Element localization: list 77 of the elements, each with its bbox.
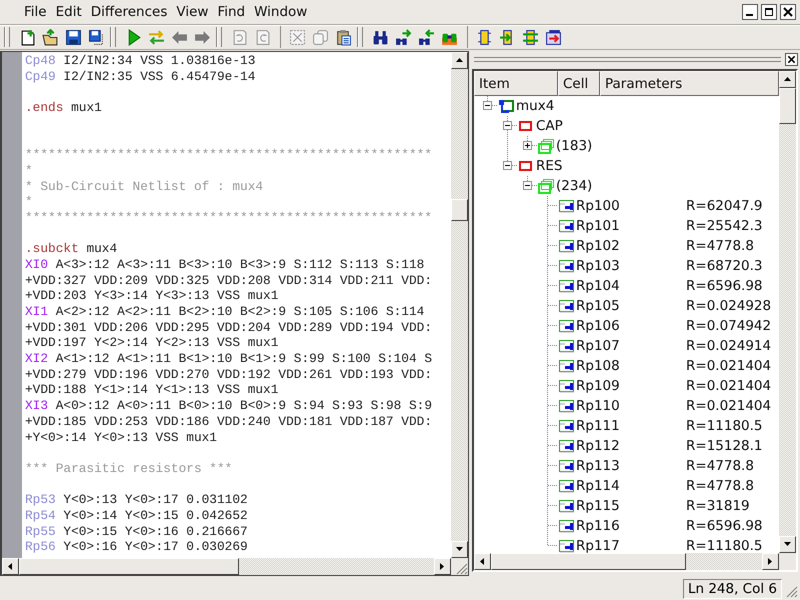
parameter-value: R=0.024928 <box>685 298 772 314</box>
code-line: +VDD:279 VDD:196 VDD:270 VDD:192 VDD:261 VDD:193 VDD: <box>25 366 434 382</box>
tree-item[interactable]: Rp103 <box>576 258 620 274</box>
column-header[interactable]: Cell <box>558 71 600 96</box>
parameter-value: R=0.021404 <box>685 398 772 414</box>
code-line: Rp53 Y<0>:13 Y<0>:17 0.031102 <box>25 492 249 508</box>
cursor-position: Ln 248, Col 6 <box>682 579 782 599</box>
code-line: Rp56 Y<0>:16 Y<0>:17 0.030269 <box>25 539 249 555</box>
tree-item[interactable]: Rp116 <box>576 518 620 534</box>
code-line: +VDD:301 VDD:206 VDD:295 VDD:204 VDD:289 VDD:194 VDD: <box>25 320 434 336</box>
tree-item[interactable]: Rp101 <box>576 218 620 234</box>
tree-item[interactable]: Rp114 <box>576 478 620 494</box>
code-line: * <box>25 194 34 210</box>
code-line: Cp48 I2/IN2:34 VSS 1.03816e-13 <box>25 53 256 69</box>
tree-item[interactable]: Rp100 <box>576 198 620 214</box>
tree-item[interactable]: Rp111 <box>576 418 620 434</box>
code-line: ***************************************************** <box>25 147 434 163</box>
menu-item[interactable]: Edit <box>52 4 86 20</box>
tree-item[interactable]: Rp117 <box>576 538 620 553</box>
code-line: XI2 A<1>:12 A<1>:11 B<1>:10 B<1>:9 S:99 S:100 S:104 S <box>25 351 434 367</box>
parameter-value: R=0.024914 <box>685 338 772 354</box>
tree-item[interactable]: (234) <box>556 178 592 194</box>
parameter-value: R=0.021404 <box>685 378 772 394</box>
parameter-value: R=15128.1 <box>685 438 764 454</box>
tree-item[interactable]: RES <box>536 158 562 174</box>
tree-item[interactable]: Rp113 <box>576 458 620 474</box>
tree-item[interactable]: Rp112 <box>576 438 620 454</box>
code-line: +VDD:203 Y<3>:14 Y<3>:13 VSS mux1 <box>25 288 280 304</box>
code-line: +Y<0>:14 Y<0>:13 VSS mux1 <box>25 430 218 446</box>
tree-item[interactable]: CAP <box>536 118 563 134</box>
column-header[interactable]: Item <box>474 71 558 96</box>
parameter-value: R=25542.3 <box>685 218 764 234</box>
parameter-value: R=31819 <box>685 498 751 514</box>
code-line: Rp54 Y<0>:14 Y<0>:15 0.042652 <box>25 508 249 524</box>
code-line: XI0 A<3>:12 A<3>:11 B<3>:10 B<3>:9 S:112 S:113 S:118 <box>25 256 426 273</box>
code-line: +VDD:197 Y<2>:14 Y<2>:13 VSS mux1 <box>25 335 280 352</box>
menu-item[interactable]: Differences <box>86 4 172 20</box>
parameter-value: R=11180.5 <box>685 418 764 434</box>
tree-item[interactable]: Rp105 <box>576 298 620 314</box>
column-header[interactable]: Parameters <box>600 71 779 96</box>
tree-item[interactable]: Rp115 <box>576 498 620 514</box>
code-line: *** Parasitic resistors *** <box>25 460 234 477</box>
tree-item[interactable]: Rp106 <box>576 318 620 334</box>
tree-item[interactable]: Rp107 <box>576 338 620 354</box>
code-line: XI1 A<2>:12 A<2>:11 B<2>:10 B<2>:9 S:105 S:106 S:114 <box>25 304 426 320</box>
parameter-value: R=4778.8 <box>685 458 755 474</box>
menu-item[interactable]: View <box>172 4 212 20</box>
parameter-value: R=11180.5 <box>685 538 764 553</box>
parameter-value: R=6596.98 <box>685 518 764 534</box>
tree-item[interactable]: Rp102 <box>576 238 620 254</box>
tree-item[interactable]: Rp110 <box>576 398 620 414</box>
menu-item[interactable]: File <box>20 4 51 20</box>
code-line: +VDD:185 VDD:253 VDD:186 VDD:240 VDD:181 VDD:187 VDD: <box>25 414 434 430</box>
code-line: * <box>25 162 34 178</box>
parameter-value: R=68720.3 <box>685 258 764 274</box>
code-line: XI3 A<0>:12 A<0>:11 B<0>:10 B<0>:9 S:94 S:93 S:98 S:9 <box>25 398 434 414</box>
parameter-value: R=0.074942 <box>685 318 772 334</box>
parameter-value: R=0.021404 <box>685 358 772 374</box>
code-line: * Sub-Circuit Netlist of : mux4 <box>25 178 264 194</box>
tree-item[interactable]: Rp108 <box>576 358 620 374</box>
tree-item[interactable]: mux4 <box>516 98 554 114</box>
parameter-value: R=62047.9 <box>685 198 764 214</box>
parameter-value: R=4778.8 <box>685 478 755 494</box>
tree-item[interactable]: Rp104 <box>576 278 620 294</box>
tree-item[interactable]: (183) <box>556 138 592 154</box>
parameter-value: R=6596.98 <box>685 278 764 294</box>
code-line: Cp49 I2/IN2:35 VSS 6.45479e-14 <box>25 68 256 84</box>
tree-item[interactable]: Rp109 <box>576 378 620 394</box>
code-line: .subckt mux4 <box>25 241 118 257</box>
parameter-value: R=4778.8 <box>685 238 755 254</box>
code-line: .ends mux1 <box>25 100 103 116</box>
code-line: +VDD:188 Y<1>:14 Y<1>:13 VSS mux1 <box>25 382 280 398</box>
menu-item[interactable]: Window <box>250 4 312 20</box>
code-line: ***************************************************** <box>25 210 434 226</box>
code-line: +VDD:327 VDD:209 VDD:325 VDD:208 VDD:314 VDD:211 VDD: <box>25 272 434 288</box>
code-line: Rp55 Y<0>:15 Y<0>:16 0.216667 <box>25 524 249 540</box>
menu-item[interactable]: Find <box>213 4 250 20</box>
